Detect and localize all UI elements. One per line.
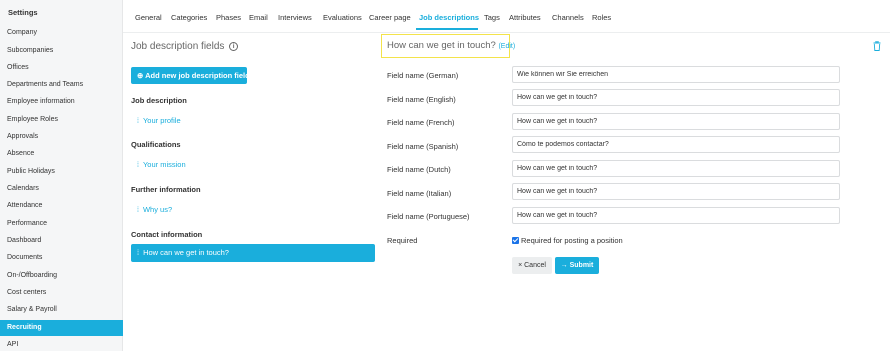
tab-career-page[interactable]: Career page xyxy=(369,13,411,22)
field-item-label: Your profile xyxy=(142,116,181,125)
field-item-your-profile[interactable]: ⁞ Your profile xyxy=(137,116,181,125)
sidebar-item-attendance[interactable]: Attendance xyxy=(0,198,123,214)
tab-evaluations[interactable]: Evaluations xyxy=(323,13,362,22)
field-name-spanish-input[interactable] xyxy=(512,136,840,153)
tab-job-descriptions[interactable]: Job descriptions xyxy=(419,13,479,22)
sidebar-item-approvals[interactable]: Approvals xyxy=(0,129,123,145)
group-heading-job-description: Job description xyxy=(131,96,187,105)
field-name-french-input[interactable] xyxy=(512,113,840,130)
tab-tags[interactable]: Tags xyxy=(484,13,500,22)
field-name-italian-input[interactable] xyxy=(512,183,840,200)
group-heading-qualifications: Qualifications xyxy=(131,140,181,149)
sidebar-item-calendars[interactable]: Calendars xyxy=(0,181,123,197)
required-checkbox-label[interactable]: Required for posting a position xyxy=(521,236,623,245)
sidebar-title: Settings xyxy=(8,8,38,17)
tab-phases[interactable]: Phases xyxy=(216,13,241,22)
sidebar-item-company[interactable]: Company xyxy=(0,25,123,41)
tab-categories[interactable]: Categories xyxy=(171,13,207,22)
sidebar-item-recruiting[interactable]: Recruiting xyxy=(0,320,123,336)
field-name-portuguese-input[interactable] xyxy=(512,207,840,224)
field-item-why-us[interactable]: ⁞ Why us? xyxy=(137,205,172,214)
active-tab-indicator xyxy=(416,28,478,30)
label-field-name-dutch: Field name (Dutch) xyxy=(387,165,451,174)
sidebar-item-api[interactable]: API xyxy=(0,337,123,351)
tab-interviews[interactable]: Interviews xyxy=(278,13,312,22)
sidebar-item-public-holidays[interactable]: Public Holidays xyxy=(0,164,123,180)
sidebar-item-subcompanies[interactable]: Subcompanies xyxy=(0,43,123,59)
submit-button[interactable]: → Submit xyxy=(555,257,599,274)
drag-handle-icon[interactable]: ⁞ xyxy=(137,248,139,257)
sidebar-item-departments-and-teams[interactable]: Departments and Teams xyxy=(0,77,123,93)
job-description-fields-title: Job description fields i xyxy=(131,41,239,52)
add-job-description-field-button[interactable]: ⊕ Add new job description field xyxy=(131,67,250,84)
field-item-how-can-we-get-in-touch[interactable]: ⁞ How can we get in touch? xyxy=(131,244,375,262)
group-heading-contact-information: Contact information xyxy=(131,230,203,239)
drag-handle-icon[interactable]: ⁞ xyxy=(137,162,139,169)
submit-label: Submit xyxy=(569,262,594,269)
label-field-name-spanish: Field name (Spanish) xyxy=(387,142,459,151)
field-name-german-input[interactable] xyxy=(512,66,840,83)
sidebar-item-cost-centers[interactable]: Cost centers xyxy=(0,285,123,301)
add-button-label: Add new job description field xyxy=(145,71,250,80)
cancel-label: Cancel xyxy=(524,262,546,269)
label-field-name-portuguese: Field name (Portuguese) xyxy=(387,212,470,221)
field-item-label: Why us? xyxy=(142,205,173,214)
label-field-name-french: Field name (French) xyxy=(387,118,455,127)
sidebar-item-documents[interactable]: Documents xyxy=(0,250,123,266)
sidebar-item-performance[interactable]: Performance xyxy=(0,216,123,232)
label-field-name-german: Field name (German) xyxy=(387,71,459,80)
edit-field-title: How can we get in touch? (Edit) xyxy=(381,34,515,58)
tab-roles[interactable]: Roles xyxy=(592,13,611,22)
drag-handle-icon[interactable]: ⁞ xyxy=(137,118,139,125)
required-checkbox[interactable] xyxy=(512,237,519,244)
sidebar-item-offices[interactable]: Offices xyxy=(0,60,123,76)
sidebar-item-on-offboarding[interactable]: On-/Offboarding xyxy=(0,268,123,284)
field-item-label: Your mission xyxy=(142,160,186,169)
drag-handle-icon[interactable]: ⁞ xyxy=(137,207,139,214)
group-heading-further-information: Further information xyxy=(131,185,201,194)
field-item-label: How can we get in touch? xyxy=(143,248,229,257)
label-required: Required xyxy=(387,236,418,245)
trash-icon[interactable] xyxy=(873,41,881,51)
cancel-button[interactable]: × Cancel xyxy=(512,257,552,274)
field-name-english-input[interactable] xyxy=(512,89,840,106)
tab-email[interactable]: Email xyxy=(249,13,268,22)
close-icon: × xyxy=(518,262,523,269)
arrow-right-icon: → xyxy=(560,262,568,269)
sidebar-item-employee-roles[interactable]: Employee Roles xyxy=(0,112,123,128)
settings-tabs: General Categories Phases Email Intervie… xyxy=(123,0,890,33)
field-title: How can we get in touch? xyxy=(387,40,496,51)
sidebar-item-salary-payroll[interactable]: Salary & Payroll xyxy=(0,302,123,318)
tab-attributes[interactable]: Attributes xyxy=(509,13,541,22)
label-field-name-english: Field name (English) xyxy=(387,95,456,104)
label-field-name-italian: Field name (Italian) xyxy=(387,189,452,198)
sidebar-item-employee-information[interactable]: Employee information xyxy=(0,94,123,110)
job-description-fields-label: Job description fields xyxy=(131,41,225,52)
sidebar-item-dashboard[interactable]: Dashboard xyxy=(0,233,123,249)
field-name-dutch-input[interactable] xyxy=(512,160,840,177)
field-item-your-mission[interactable]: ⁞ Your mission xyxy=(137,160,186,169)
edit-link[interactable]: (Edit) xyxy=(498,43,515,50)
plus-circle-icon: ⊕ xyxy=(137,71,144,80)
tab-general[interactable]: General xyxy=(135,13,162,22)
tab-channels[interactable]: Channels xyxy=(552,13,584,22)
sidebar-item-absence[interactable]: Absence xyxy=(0,146,123,162)
info-icon[interactable]: i xyxy=(229,42,239,51)
sidebar: Settings Company Subcompanies Offices De… xyxy=(0,0,123,351)
